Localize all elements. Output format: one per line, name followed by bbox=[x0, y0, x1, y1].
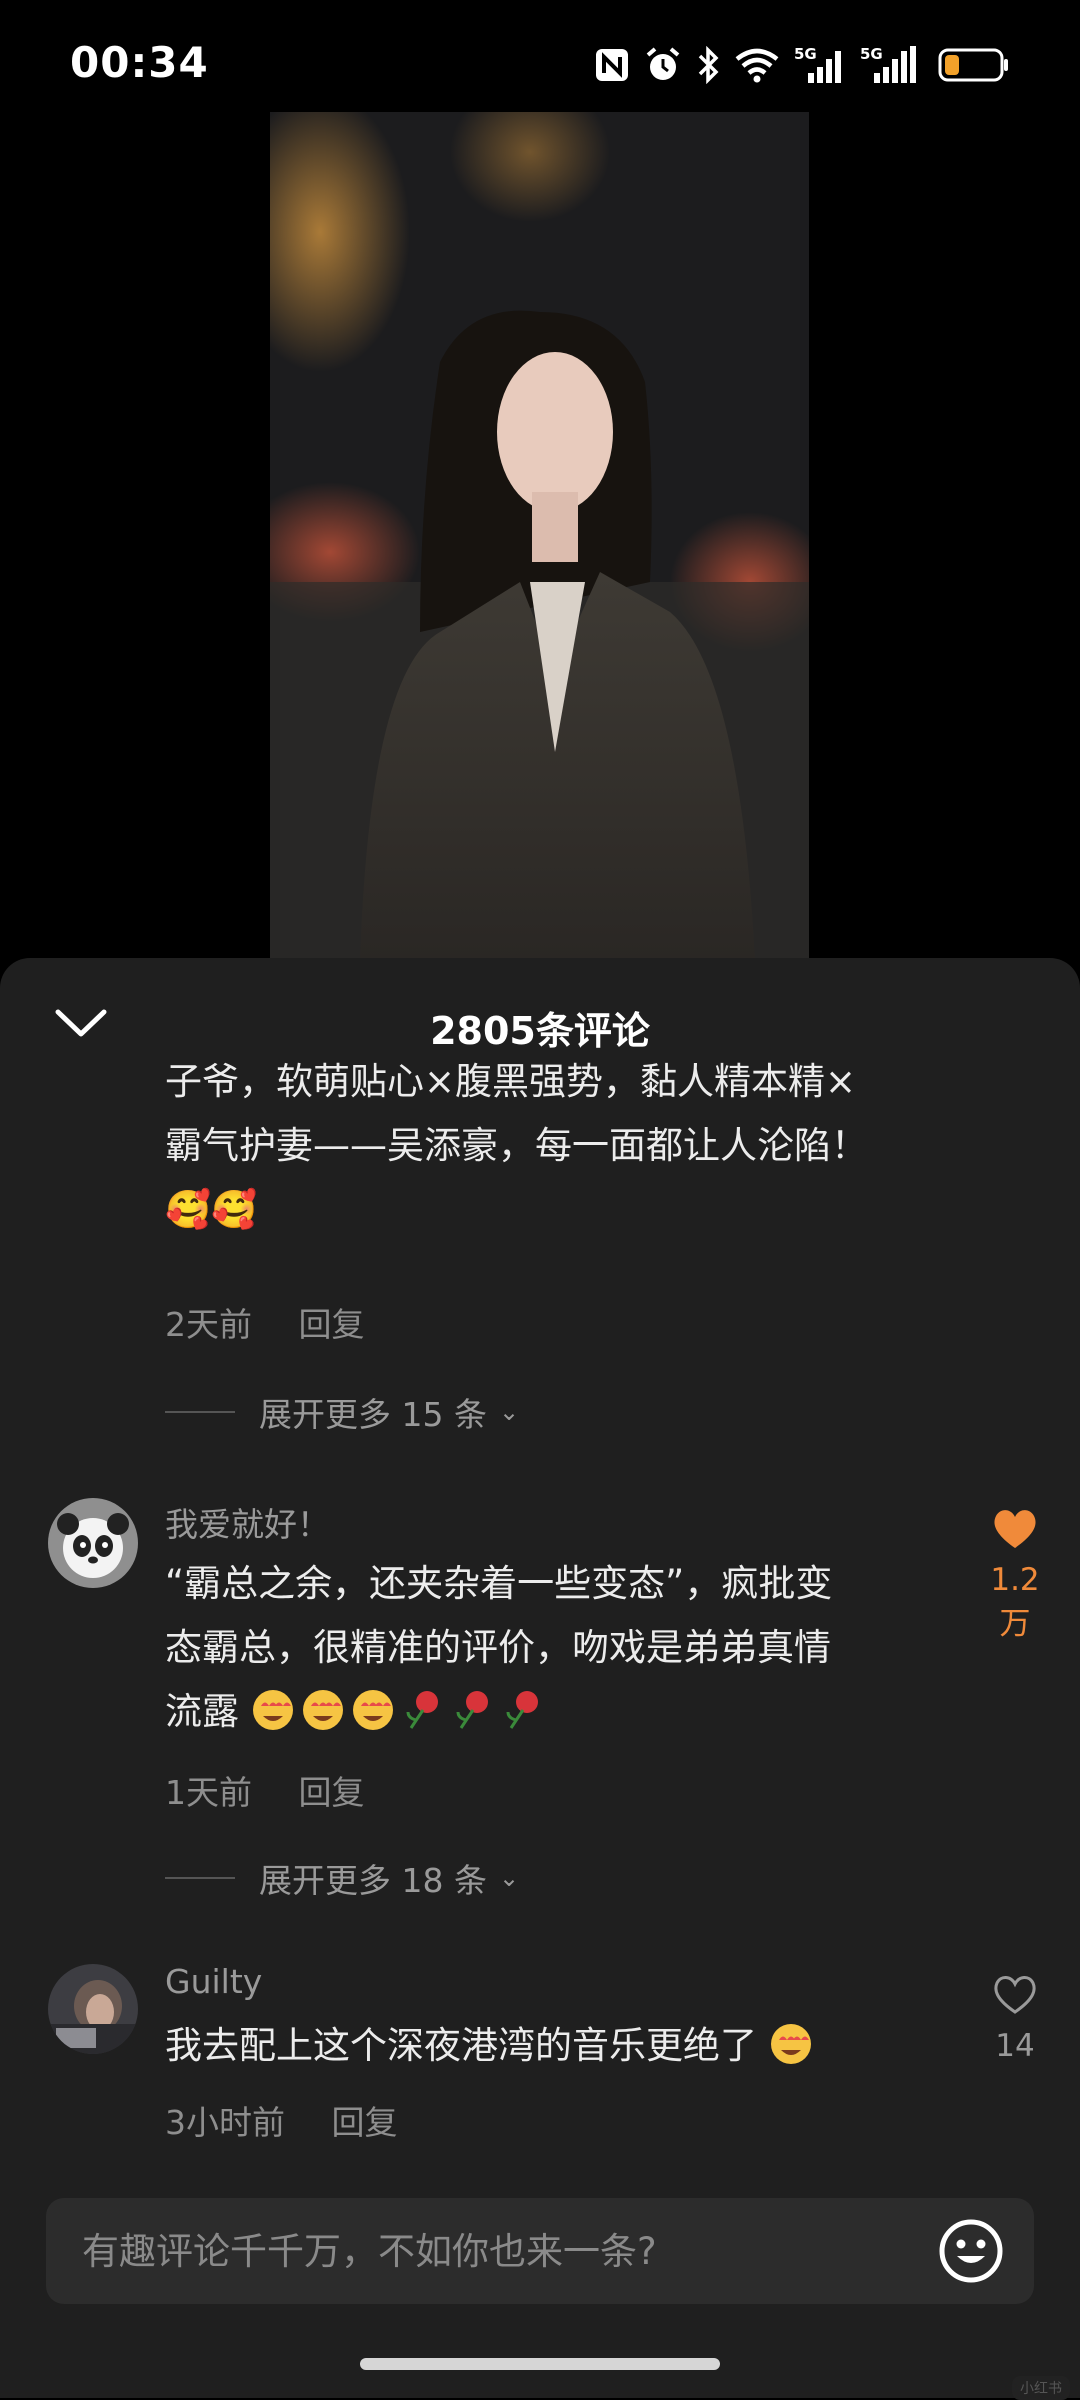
status-time: 00:34 bbox=[70, 38, 209, 87]
emoji-picker-icon[interactable] bbox=[938, 2218, 1004, 2284]
like-count: 14 bbox=[995, 2028, 1035, 2064]
divider bbox=[165, 1877, 235, 1879]
heart-eyes-emoji-icon bbox=[770, 2024, 811, 2064]
like-count: 1.2万 bbox=[990, 1562, 1040, 1642]
comment-text: 子爷，软萌贴心×腹黑强势，黏人精本精× 霸气护妻——吴添豪，每一面都让人沦陷！ … bbox=[165, 1050, 965, 1242]
heart-eyes-emoji-icon bbox=[252, 1690, 293, 1730]
comment-count-title: 2805条评论 bbox=[430, 1009, 650, 1053]
rose-emoji-icon bbox=[506, 1691, 538, 1729]
comment-line-with-emoji: 流露 bbox=[165, 1680, 965, 1744]
divider bbox=[165, 1411, 235, 1413]
panda-avatar-icon bbox=[48, 1498, 138, 1588]
chevron-down-icon: ⌄ bbox=[498, 1864, 520, 1892]
like-button[interactable]: 1.2万 bbox=[980, 1506, 1050, 1643]
avatar[interactable] bbox=[48, 1498, 138, 1588]
video-frame bbox=[270, 112, 809, 960]
wifi-icon bbox=[735, 48, 779, 83]
username[interactable]: 我爱就好！ bbox=[165, 1498, 330, 1546]
heart-filled-icon bbox=[994, 1510, 1036, 1548]
rose-emoji-icon bbox=[406, 1691, 438, 1729]
expand-label: 展开更多 15 条 bbox=[259, 1395, 487, 1434]
comment-meta: 2天前 回复 bbox=[165, 1298, 401, 1346]
user-photo-avatar-icon bbox=[48, 1964, 138, 2054]
svg-text:5G: 5G bbox=[794, 45, 817, 63]
username[interactable]: Guilty bbox=[165, 1962, 262, 2001]
expand-replies-button[interactable]: 展开更多 15 条 ⌄ bbox=[165, 1388, 519, 1436]
heart-outline-icon bbox=[994, 1976, 1036, 2014]
svg-text:5G: 5G bbox=[860, 45, 883, 63]
comment-time: 1天前 bbox=[165, 1773, 252, 1812]
video-player[interactable] bbox=[270, 112, 809, 960]
bluetooth-icon bbox=[698, 46, 719, 84]
signal-5g-icon-1: 5G bbox=[794, 45, 841, 83]
comment-input[interactable] bbox=[80, 2198, 904, 2306]
signal-5g-icon-2: 5G bbox=[860, 45, 916, 83]
comment-input-bar bbox=[46, 2198, 1034, 2306]
alarm-icon bbox=[646, 47, 680, 80]
expand-replies-button[interactable]: 展开更多 18 条 ⌄ bbox=[165, 1854, 519, 1902]
status-bar: 00:34 5G 5G bbox=[0, 0, 1080, 130]
home-indicator[interactable] bbox=[360, 2358, 720, 2370]
sheet-header: 2805条评论 bbox=[0, 958, 1080, 1058]
comment-text: 我去配上这个深夜港湾的音乐更绝了 bbox=[165, 2014, 965, 2078]
heart-eyes-emoji-icon bbox=[352, 1690, 393, 1730]
expand-label: 展开更多 18 条 bbox=[259, 1861, 487, 1900]
comment-time: 3小时前 bbox=[165, 2103, 285, 2142]
emoji-line: 🥰🥰 bbox=[165, 1188, 258, 1231]
status-icons: 5G 5G bbox=[594, 42, 1010, 88]
watermark-badge: 小红书 bbox=[1012, 2376, 1070, 2400]
comment-meta: 3小时前 回复 bbox=[165, 2096, 434, 2144]
reply-button[interactable]: 回复 bbox=[299, 1773, 365, 1812]
heart-eyes-emoji-icon bbox=[302, 1690, 343, 1730]
like-button[interactable]: 14 bbox=[980, 1972, 1050, 2064]
comment-meta: 1天前 回复 bbox=[165, 1766, 401, 1814]
comment-sheet: 2805条评论 子爷，软萌贴心×腹黑强势，黏人精本精× 霸气护妻——吴添豪，每一… bbox=[0, 958, 1080, 2398]
chevron-down-icon: ⌄ bbox=[498, 1398, 520, 1426]
comment-time: 2天前 bbox=[165, 1305, 252, 1344]
comment-text: “霸总之余，还夹杂着一些变态”，疯批变 态霸总，很精准的评价，吻戏是弟弟真情 流… bbox=[165, 1552, 965, 1744]
avatar[interactable] bbox=[48, 1964, 138, 2054]
reply-button[interactable]: 回复 bbox=[299, 1305, 365, 1344]
nfc-icon bbox=[596, 49, 628, 81]
battery-icon bbox=[938, 48, 1008, 82]
reply-button[interactable]: 回复 bbox=[332, 2103, 398, 2142]
rose-emoji-icon bbox=[456, 1691, 488, 1729]
